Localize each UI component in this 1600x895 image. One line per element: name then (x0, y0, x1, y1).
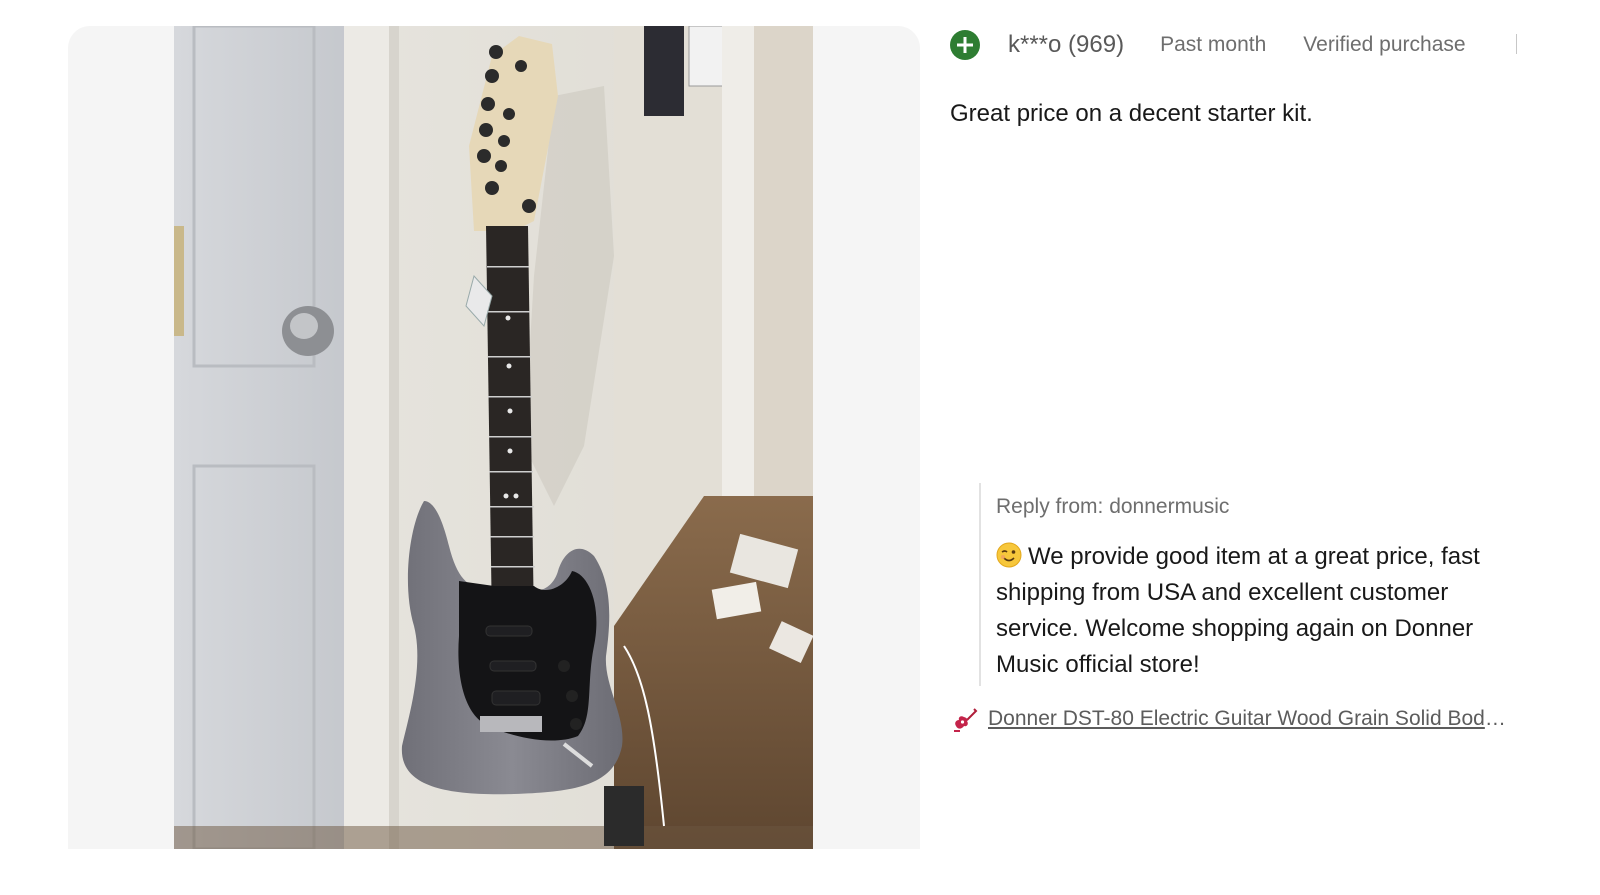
reviewer-name[interactable]: k***o (969) (1008, 31, 1124, 59)
review-text: Great price on a decent starter kit. (950, 100, 1313, 127)
review-page: k***o (969) Past month Verified purchase… (0, 0, 1600, 895)
header-divider (1516, 34, 1517, 54)
guitar-icon (954, 708, 978, 732)
product-link-text[interactable]: Donner DST-80 Electric Guitar Wood Grain… (988, 707, 1508, 731)
guitar-photo-illustration (174, 26, 813, 849)
seller-reply: Reply from: donnermusic We provide good … (979, 483, 1524, 686)
winking-face-icon (996, 542, 1022, 568)
verified-purchase-label: Verified purchase (1303, 33, 1466, 56)
product-link[interactable]: Donner DST-80 Electric Guitar Wood Grain… (952, 706, 1508, 732)
review-photo[interactable] (174, 26, 813, 849)
reply-body: We provide good item at a great price, f… (996, 539, 1516, 683)
review-header: k***o (969) Past month Verified purchase (950, 29, 1503, 61)
review-time: Past month (1160, 33, 1267, 56)
reply-text: We provide good item at a great price, f… (996, 543, 1480, 678)
plus-circle-icon (950, 30, 980, 60)
reply-title: Reply from: donnermusic (996, 495, 1230, 518)
review-photo-panel[interactable] (68, 26, 920, 849)
